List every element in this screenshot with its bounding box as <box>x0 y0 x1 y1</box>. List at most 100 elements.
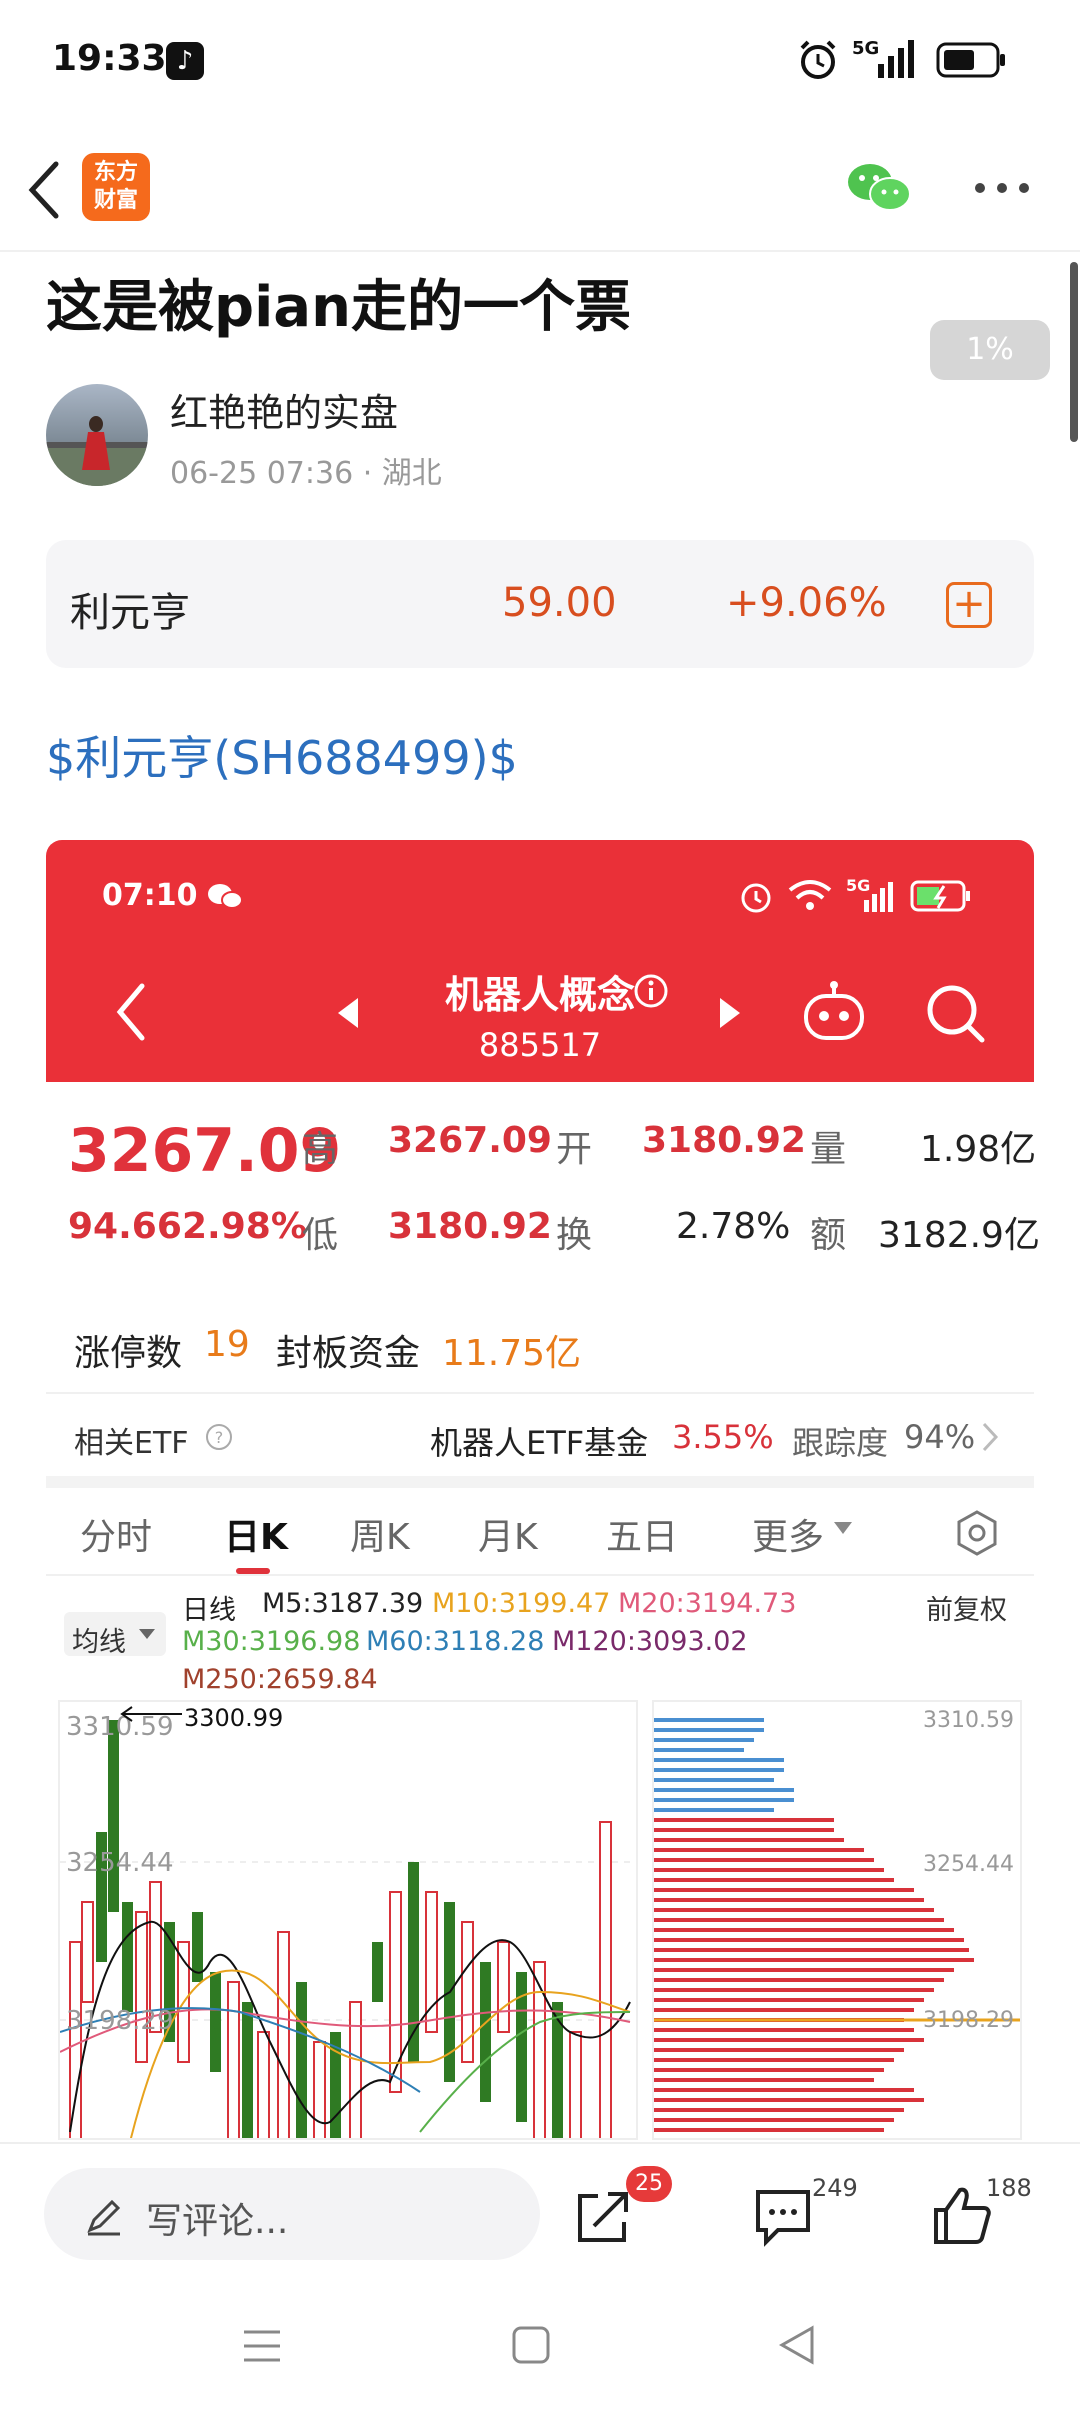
app-logo: 东方 财富 <box>82 153 150 221</box>
avatar[interactable] <box>46 384 148 486</box>
candle <box>497 1941 510 2033</box>
alarm-icon <box>800 40 836 79</box>
volume-bar <box>654 1718 764 1722</box>
pencil-icon <box>87 2199 121 2236</box>
embedded-code: 885517 <box>478 1026 602 1064</box>
kline-svg <box>60 1720 636 2138</box>
volume-bar <box>654 1818 834 1822</box>
tab-monthly-k: 月K <box>478 1517 538 1558</box>
author-name[interactable]: 红艳艳的实盘 <box>170 382 398 437</box>
embedded-search-icon <box>927 985 985 1043</box>
candle <box>277 1931 290 2138</box>
volume-bar <box>654 1918 944 1922</box>
stock-price: 59.00 <box>502 580 617 626</box>
track-label: 跟踪度 <box>792 1424 889 1462</box>
status-bar: 19:33 ♪ 5G <box>0 0 1080 125</box>
scrollbar[interactable] <box>1070 262 1078 442</box>
post-title: 这是被pian走的一个票 <box>46 275 631 340</box>
share-icon[interactable] <box>572 2186 632 2246</box>
ma-type: 日线 <box>182 1595 236 1626</box>
volume-bar <box>654 2088 914 2092</box>
index-change-abs: 94.66 <box>68 1206 182 1247</box>
help-icon: ? <box>206 1424 232 1450</box>
tab-more: 更多 <box>752 1517 825 1558</box>
menu-icon[interactable] <box>240 2326 284 2366</box>
back-nav-icon[interactable] <box>776 2324 818 2366</box>
seal-fund-value: 11.75亿 <box>442 1333 582 1374</box>
peak-label: 3300.99 <box>184 1704 284 1732</box>
candle <box>480 1962 491 2102</box>
volume-bar <box>654 1858 874 1862</box>
embedded-alarm-icon <box>741 883 771 913</box>
candle <box>296 1982 307 2138</box>
candle <box>461 1921 474 2063</box>
volume-bar <box>654 1978 944 1982</box>
volume-bar <box>654 1928 954 1932</box>
tiktok-icon: ♪ <box>166 42 204 80</box>
divider <box>46 1392 1034 1394</box>
candle <box>242 2002 253 2138</box>
right-tick-1: 3310.59 <box>923 1708 1014 1733</box>
ma-m60: M60:3118.28 <box>366 1626 545 1657</box>
volume-bar <box>654 2008 914 2012</box>
share-count-badge: 25 <box>626 2166 672 2202</box>
volume-bar <box>654 1838 844 1842</box>
more-icon[interactable] <box>972 178 1032 198</box>
volume-bar <box>654 1988 934 1992</box>
stock-name: 利元亨 <box>70 590 190 636</box>
volume-value: 1.98亿 <box>920 1129 1037 1170</box>
back-icon[interactable] <box>24 158 64 222</box>
like-icon[interactable] <box>930 2184 992 2246</box>
robot-icon <box>804 981 864 1040</box>
tab-underline <box>236 1568 270 1574</box>
ma-m250: M250:2659.84 <box>182 1664 378 1695</box>
volume-bar <box>654 1778 774 1782</box>
candle <box>108 1720 119 1912</box>
comment-placeholder: 写评论... <box>146 2201 289 2242</box>
volume-bar <box>654 2128 884 2132</box>
ma-m5: M5:3187.39 <box>262 1588 424 1619</box>
logo-text-1: 东方 <box>93 160 138 185</box>
volume-bar <box>654 1808 774 1812</box>
volume-bar <box>654 2118 894 2122</box>
stock-link[interactable]: $利元亨(SH688499)$ <box>46 722 518 788</box>
right-tick-2: 3254.44 <box>923 1852 1014 1877</box>
adjust-label: 前复权 <box>926 1595 1007 1626</box>
candle <box>257 2031 270 2138</box>
volume-bar <box>654 1868 884 1872</box>
ma-m120: M120:3093.02 <box>552 1626 748 1657</box>
like-count: 188 <box>986 2174 1032 2202</box>
volume-bar <box>654 1728 764 1732</box>
caret-down-icon <box>834 1522 852 1534</box>
low-value: 3180.92 <box>388 1206 552 1247</box>
tab-five-day: 五日 <box>606 1517 679 1558</box>
etf-change: 3.55% <box>672 1418 774 1456</box>
volume-bar <box>654 1848 864 1852</box>
wechat-icon[interactable] <box>846 160 912 214</box>
volume-label: 量 <box>810 1129 847 1170</box>
candle <box>569 2031 582 2138</box>
ma-m10: M10:3199.47 <box>432 1588 611 1619</box>
volume-bar <box>654 1738 754 1742</box>
chevron-right-icon <box>982 1422 999 1452</box>
kline-tabs <box>46 1480 1034 1576</box>
home-icon[interactable] <box>510 2324 552 2366</box>
settings-icon <box>957 1510 997 1556</box>
comment-icon[interactable] <box>752 2186 814 2248</box>
add-watchlist-button[interactable]: + <box>946 582 992 628</box>
volume-bar <box>654 1878 894 1882</box>
volume-bar <box>654 1898 924 1902</box>
volume-bar <box>654 1798 794 1802</box>
embedded-wechat-icon <box>208 884 243 909</box>
status-time: 19:33 <box>52 38 167 79</box>
volume-bar <box>654 1748 744 1752</box>
next-arrow-icon <box>720 998 740 1028</box>
limit-up-value: 19 <box>204 1324 250 1365</box>
post-meta: 06-25 07:36 · 湖北 <box>170 456 442 491</box>
comment-count: 249 <box>812 2174 858 2202</box>
volume-bar <box>654 1998 924 2002</box>
volume-bar <box>654 2098 924 2102</box>
open-label: 开 <box>556 1129 593 1170</box>
volume-bar <box>654 1948 969 1952</box>
volume-bar <box>654 1968 954 1972</box>
